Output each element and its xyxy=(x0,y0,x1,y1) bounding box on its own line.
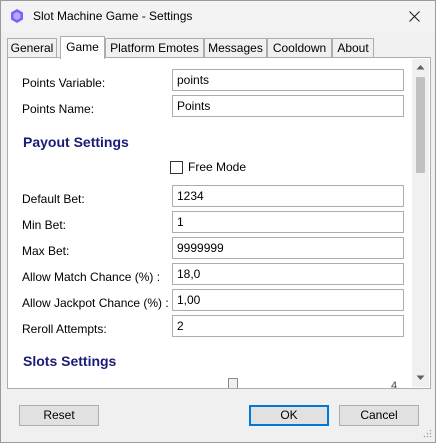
scroll-up-icon[interactable] xyxy=(416,64,425,70)
payout-settings-heading: Payout Settings xyxy=(23,134,129,150)
allow-jackpot-chance-input[interactable]: 1,00 xyxy=(172,289,404,311)
free-mode-toggle[interactable]: Free Mode xyxy=(170,160,246,174)
reset-button[interactable]: Reset xyxy=(19,405,99,426)
min-bet-input[interactable]: 1 xyxy=(172,211,404,233)
allow-jackpot-chance-label: Allow Jackpot Chance (%) : xyxy=(22,296,169,310)
cancel-button[interactable]: Cancel xyxy=(339,405,419,426)
window-title: Slot Machine Game - Settings xyxy=(33,9,193,23)
default-bet-input[interactable]: 1234 xyxy=(172,185,404,207)
points-variable-input[interactable]: points xyxy=(172,69,404,91)
points-variable-label: Points Variable: xyxy=(22,76,106,90)
close-icon xyxy=(408,10,420,22)
points-name-input[interactable]: Points xyxy=(172,95,404,117)
scroll-down-icon[interactable] xyxy=(416,375,425,381)
slots-slider-value: 4 xyxy=(391,380,398,389)
max-bet-label: Max Bet: xyxy=(22,244,70,258)
settings-window: Slot Machine Game - Settings General Gam… xyxy=(0,0,436,443)
allow-match-chance-label: Allow Match Chance (%) : xyxy=(22,270,161,284)
free-mode-label: Free Mode xyxy=(188,160,247,174)
tab-cooldown[interactable]: Cooldown xyxy=(267,38,332,58)
scrollbar-thumb[interactable] xyxy=(416,77,425,173)
slots-settings-heading: Slots Settings xyxy=(23,353,117,369)
slots-slider-track[interactable] xyxy=(174,388,388,389)
reroll-attempts-label: Reroll Attempts: xyxy=(22,322,107,336)
close-button[interactable] xyxy=(399,5,429,27)
default-bet-label: Default Bet: xyxy=(22,192,85,206)
game-settings-panel: Points Variable: points Points Name: Poi… xyxy=(7,57,431,389)
slots-slider-thumb[interactable] xyxy=(228,378,238,388)
tab-about[interactable]: About xyxy=(332,38,374,58)
points-name-label: Points Name: xyxy=(22,102,95,116)
ok-button[interactable]: OK xyxy=(249,405,329,426)
vertical-scrollbar[interactable] xyxy=(412,59,429,387)
reroll-attempts-input[interactable]: 2 xyxy=(172,315,404,337)
free-mode-checkbox[interactable] xyxy=(170,160,183,174)
tab-platform-emotes[interactable]: Platform Emotes xyxy=(105,38,204,58)
max-bet-input[interactable]: 9999999 xyxy=(172,237,404,259)
tab-game[interactable]: Game xyxy=(60,36,105,59)
title-bar[interactable]: Slot Machine Game - Settings xyxy=(1,1,435,32)
tab-messages[interactable]: Messages xyxy=(204,38,267,58)
resize-grip-icon[interactable] xyxy=(422,429,432,439)
tab-general[interactable]: General xyxy=(7,38,57,58)
min-bet-label: Min Bet: xyxy=(22,218,67,232)
streamer-bot-icon xyxy=(10,9,24,23)
allow-match-chance-input[interactable]: 18,0 xyxy=(172,263,404,285)
